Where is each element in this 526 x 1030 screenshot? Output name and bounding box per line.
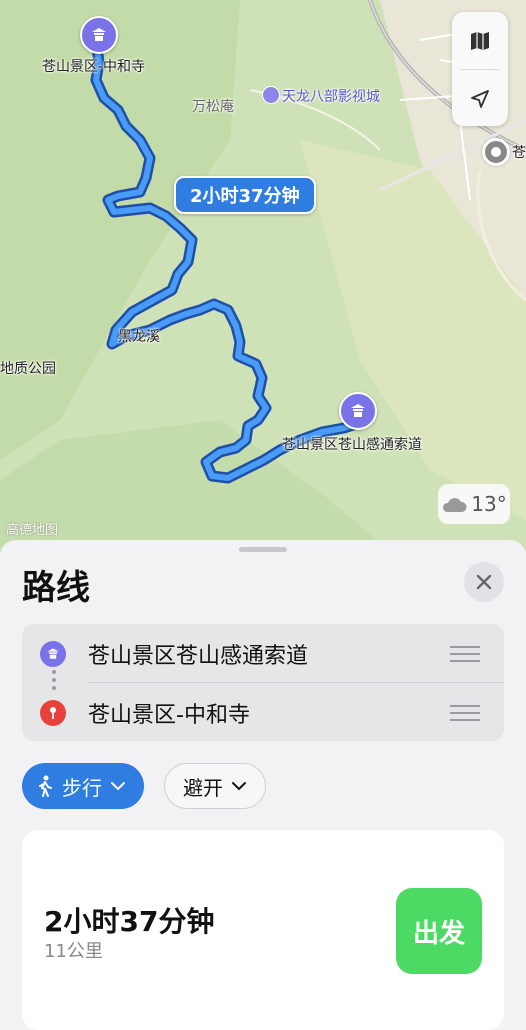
- weather-temp: 13°: [471, 492, 507, 516]
- tianlong-label: 天龙八部影视城: [282, 89, 380, 105]
- route-time-pill[interactable]: 2小时37分钟: [174, 176, 316, 214]
- route-stops: 苍山景区苍山感通索道 苍山景区-中和寺: [22, 624, 504, 741]
- sheet-grabber[interactable]: [239, 547, 287, 552]
- route-sheet: 路线 苍山景区苍山感通索道 苍山景区-中和寺 步行 避开 2小时37分钟 11公…: [0, 540, 526, 1030]
- chevron-down-icon: [111, 782, 125, 791]
- pagoda-icon: [92, 28, 106, 41]
- cang-edge-label: 苍: [512, 145, 526, 161]
- close-button[interactable]: [464, 562, 504, 602]
- stop-origin[interactable]: 苍山景区苍山感通索道: [22, 624, 504, 682]
- map-controls: [452, 12, 508, 126]
- map-watermark: 高德地图: [6, 523, 59, 538]
- location-arrow-icon: [471, 89, 489, 108]
- weather-badge: 13°: [438, 484, 510, 524]
- reorder-handle-icon[interactable]: [450, 646, 480, 667]
- sheet-title: 路线: [22, 568, 90, 608]
- go-button[interactable]: 出发: [396, 888, 482, 974]
- dest-poi-marker[interactable]: [339, 392, 377, 430]
- small-poi-marker[interactable]: [262, 86, 280, 104]
- pagoda-icon: [351, 404, 365, 417]
- map-view[interactable]: 苍山景区-中和寺 万松庵 天龙八部影视城 2小时37分钟 黑龙溪 地质公园 苍山…: [0, 0, 526, 560]
- avoid-options-button[interactable]: 避开: [164, 763, 266, 809]
- map-mode-button[interactable]: [452, 12, 508, 69]
- reorder-handle-icon[interactable]: [450, 705, 480, 726]
- route-distance: 11公里: [44, 941, 103, 962]
- stop-destination[interactable]: 苍山景区-中和寺: [22, 683, 504, 741]
- transport-mode-label: 步行: [62, 775, 102, 800]
- start-poi-marker[interactable]: [80, 16, 118, 54]
- pin-icon: [40, 700, 66, 726]
- route-option-card[interactable]: 2小时37分钟 11公里 出发: [22, 830, 504, 1030]
- map-icon: [471, 31, 489, 50]
- avoid-label: 避开: [183, 775, 223, 800]
- geopark-label: 地质公园: [0, 361, 56, 377]
- location-dot-icon[interactable]: [482, 138, 510, 166]
- stop-origin-label: 苍山景区苍山感通索道: [88, 644, 309, 669]
- heilongxi-label: 黑龙溪: [118, 329, 160, 345]
- wansongan-label: 万松庵: [192, 99, 234, 115]
- close-icon: [476, 574, 492, 590]
- chevron-down-icon: [232, 782, 246, 791]
- map-terrain: [0, 0, 526, 560]
- pagoda-icon: [40, 641, 66, 667]
- locate-button[interactable]: [452, 70, 508, 127]
- route-duration: 2小时37分钟: [44, 905, 215, 938]
- walking-icon: [39, 775, 52, 797]
- cloud-icon: [443, 498, 467, 512]
- transport-mode-button[interactable]: 步行: [22, 763, 144, 809]
- dest-poi-label: 苍山景区苍山感通索道: [282, 437, 422, 453]
- stop-destination-label: 苍山景区-中和寺: [88, 703, 250, 728]
- start-poi-label: 苍山景区-中和寺: [42, 59, 146, 75]
